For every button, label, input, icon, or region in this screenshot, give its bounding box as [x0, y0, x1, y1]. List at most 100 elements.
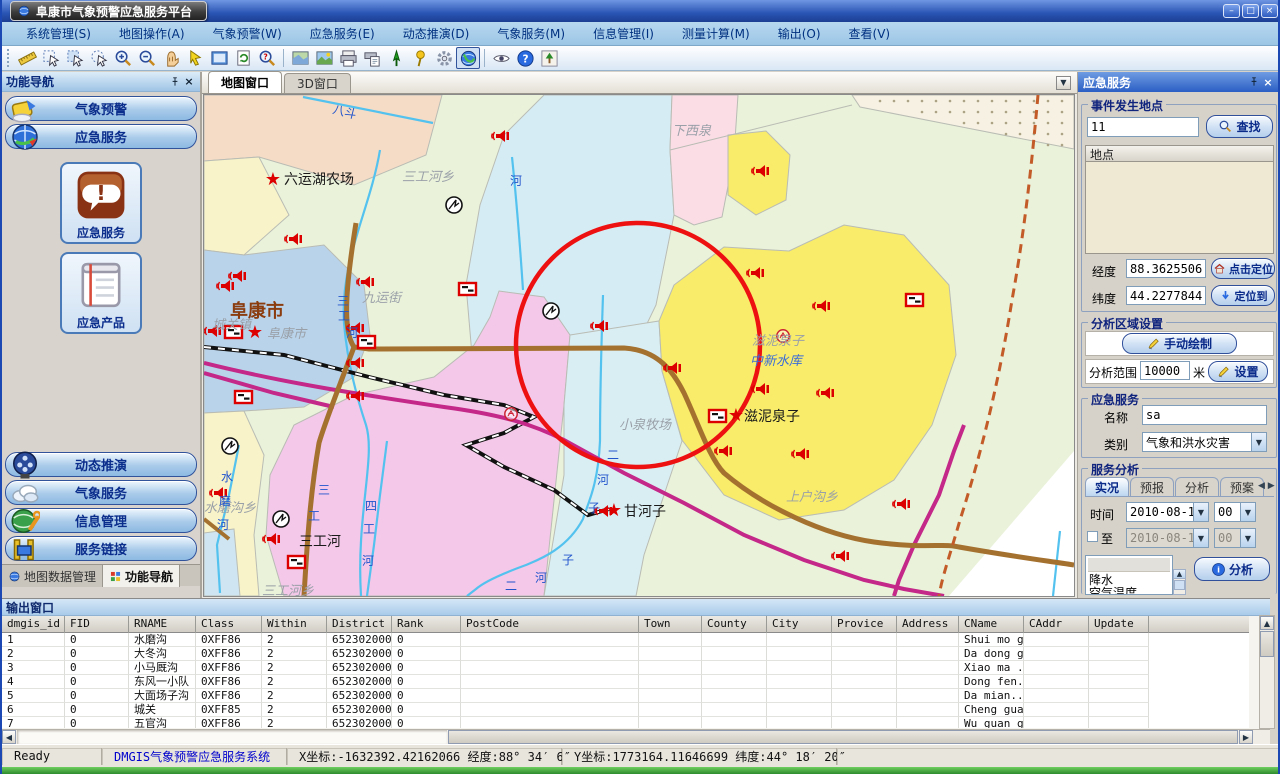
column-header-City[interactable]: City: [767, 616, 832, 633]
service-name-input[interactable]: [1142, 405, 1267, 425]
table-cell[interactable]: [461, 703, 639, 717]
table-cell[interactable]: [639, 717, 702, 728]
latitude-input[interactable]: [1126, 286, 1206, 305]
location-search-input[interactable]: [1087, 117, 1199, 137]
menu-item-4[interactable]: 应急服务(E): [296, 25, 389, 42]
table-cell[interactable]: 小马厩沟: [129, 661, 196, 675]
chevron-down-icon[interactable]: ▼: [1240, 503, 1255, 521]
panel-tab-功能导航[interactable]: 功能导航: [103, 565, 180, 587]
table-cell[interactable]: [702, 717, 767, 728]
table-cell[interactable]: 7: [2, 717, 65, 728]
scroll-left-icon[interactable]: ◀: [2, 730, 16, 744]
table-cell[interactable]: [1089, 661, 1149, 675]
table-cell[interactable]: 0: [392, 633, 461, 647]
column-header-CAddr[interactable]: CAddr: [1024, 616, 1089, 633]
table-cell[interactable]: [1024, 633, 1089, 647]
table-cell[interactable]: Dong fen...: [959, 675, 1024, 689]
table-cell[interactable]: 0: [65, 717, 129, 728]
menu-item-7[interactable]: 信息管理(I): [579, 25, 668, 42]
table-cell[interactable]: 6: [2, 703, 65, 717]
table-cell[interactable]: [1089, 647, 1149, 661]
table-vertical-scrollbar[interactable]: ▲: [1259, 615, 1275, 729]
table-cell[interactable]: [639, 633, 702, 647]
table-cell[interactable]: 2: [262, 689, 327, 703]
column-header-County[interactable]: County: [702, 616, 767, 633]
table-cell[interactable]: [832, 675, 897, 689]
table-cell[interactable]: Shui mo gou: [959, 633, 1024, 647]
table-cell[interactable]: 0: [392, 661, 461, 675]
table-cell[interactable]: 0: [392, 717, 461, 728]
nav-group-信息管理[interactable]: 信息管理: [5, 508, 197, 533]
table-cell[interactable]: 652302000: [327, 703, 392, 717]
table-cell[interactable]: 0XFF86: [196, 661, 262, 675]
toolbar-grip[interactable]: [7, 49, 12, 67]
column-header-PostCode[interactable]: PostCode: [461, 616, 639, 633]
chevron-down-icon[interactable]: ▼: [1193, 529, 1208, 547]
scroll-up-icon[interactable]: ▲: [1260, 616, 1274, 630]
nav-group-气象服务[interactable]: 气象服务: [5, 480, 197, 505]
locate-to-button[interactable]: 定位到: [1211, 285, 1275, 306]
table-cell[interactable]: [639, 689, 702, 703]
analysis-range-input[interactable]: [1140, 361, 1190, 380]
table-cell[interactable]: [461, 689, 639, 703]
table-cell[interactable]: 水磨沟: [129, 633, 196, 647]
menu-item-3[interactable]: 气象预警(W): [199, 25, 296, 42]
flag-icon[interactable]: [459, 283, 476, 295]
zoom-in-button[interactable]: [111, 47, 135, 69]
table-cell[interactable]: [767, 633, 832, 647]
menu-item-10[interactable]: 查看(V): [835, 25, 905, 42]
print-preview-button[interactable]: [360, 47, 384, 69]
table-cell[interactable]: [639, 647, 702, 661]
table-cell[interactable]: 0XFF86: [196, 647, 262, 661]
menu-item-8[interactable]: 测量计算(M): [668, 25, 764, 42]
table-cell[interactable]: 1: [2, 633, 65, 647]
table-cell[interactable]: [832, 647, 897, 661]
flag-icon[interactable]: [906, 294, 923, 306]
column-header-Provice[interactable]: Provice: [832, 616, 897, 633]
table-cell[interactable]: 五官沟: [129, 717, 196, 728]
chevron-down-icon[interactable]: ▼: [1251, 433, 1266, 451]
table-cell[interactable]: [639, 675, 702, 689]
help-button[interactable]: ?: [513, 47, 537, 69]
table-cell[interactable]: 5: [2, 689, 65, 703]
pointer-button[interactable]: [183, 47, 207, 69]
table-cell[interactable]: [1089, 703, 1149, 717]
list-scrollbar[interactable]: ▲: [1173, 569, 1186, 595]
table-cell[interactable]: [702, 647, 767, 661]
table-cell[interactable]: 2: [262, 703, 327, 717]
column-header-Address[interactable]: Address: [897, 616, 959, 633]
table-cell[interactable]: [897, 675, 959, 689]
panel-tab-地图数据管理[interactable]: 地图数据管理: [2, 565, 103, 587]
table-cell[interactable]: 0: [65, 633, 129, 647]
table-horizontal-scrollbar[interactable]: ◀ ▶: [2, 729, 1270, 744]
table-cell[interactable]: [1024, 661, 1089, 675]
facility-icon[interactable]: [543, 303, 559, 319]
column-header-FID[interactable]: FID: [65, 616, 129, 633]
table-cell[interactable]: [832, 703, 897, 717]
content-button-应急产品[interactable]: 应急产品: [60, 252, 142, 334]
select-rect-button[interactable]: [63, 47, 87, 69]
analyze-button[interactable]: i分析: [1194, 557, 1270, 581]
table-cell[interactable]: 0XFF86: [196, 633, 262, 647]
visibility-button[interactable]: [489, 47, 513, 69]
table-cell[interactable]: [767, 661, 832, 675]
menu-item-9[interactable]: 输出(O): [764, 25, 835, 42]
map-tab-3D窗口[interactable]: 3D窗口: [284, 73, 351, 93]
column-header-Update[interactable]: Update: [1089, 616, 1149, 633]
table-cell[interactable]: [897, 689, 959, 703]
table-cell[interactable]: 0: [392, 689, 461, 703]
table-cell[interactable]: 652302000: [327, 647, 392, 661]
print-button[interactable]: [336, 47, 360, 69]
nav-group-服务链接[interactable]: 服务链接: [5, 536, 197, 561]
column-header-Class[interactable]: Class: [196, 616, 262, 633]
menu-item-6[interactable]: 气象服务(M): [483, 25, 579, 42]
date-combo[interactable]: 2010-08-13▼: [1126, 502, 1209, 522]
table-cell[interactable]: [1089, 689, 1149, 703]
table-cell[interactable]: [639, 661, 702, 675]
table-cell[interactable]: [702, 689, 767, 703]
export-image-button[interactable]: [312, 47, 336, 69]
full-extent-button[interactable]: [207, 47, 231, 69]
table-cell[interactable]: [767, 703, 832, 717]
table-cell[interactable]: Xiao ma ...: [959, 661, 1024, 675]
minimize-button[interactable]: –: [1223, 4, 1240, 18]
